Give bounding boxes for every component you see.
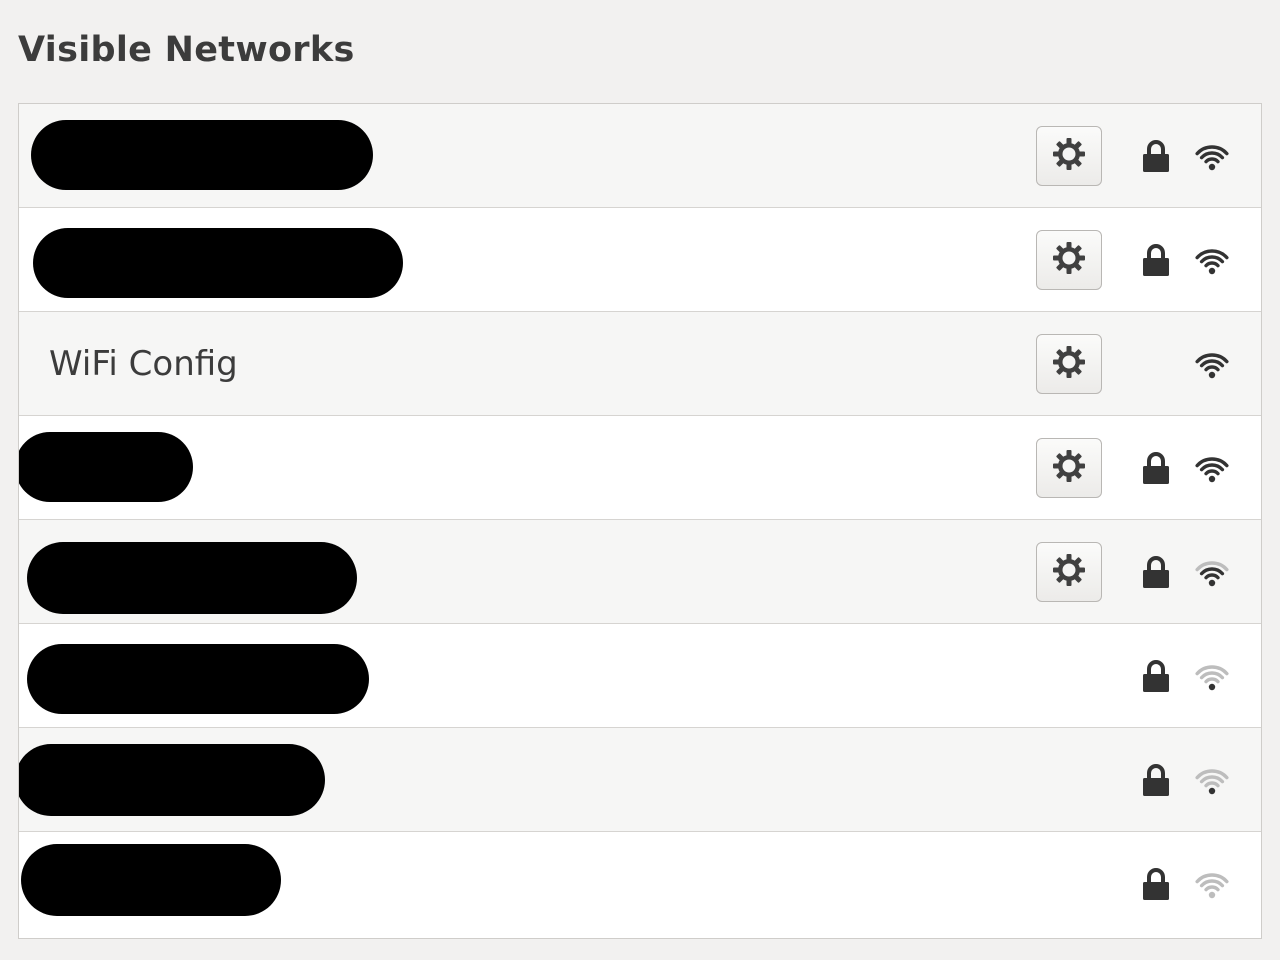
network-settings-button[interactable] xyxy=(1036,125,1102,186)
network-row[interactable] xyxy=(19,832,1261,936)
redacted-ssid xyxy=(27,542,357,614)
network-row[interactable] xyxy=(19,104,1261,208)
lock-icon xyxy=(1141,243,1171,277)
network-settings-button[interactable] xyxy=(1036,541,1102,602)
wifi-signal-icon xyxy=(1195,556,1229,588)
redacted-ssid xyxy=(27,644,369,714)
lock-icon xyxy=(1141,139,1171,173)
gear-icon xyxy=(1051,240,1087,280)
network-list: WiFi Config xyxy=(18,103,1262,939)
gear-icon xyxy=(1051,344,1087,384)
gear-icon xyxy=(1051,448,1087,488)
lock-icon xyxy=(1141,555,1171,589)
network-row[interactable] xyxy=(19,624,1261,728)
lock-icon xyxy=(1141,451,1171,485)
redacted-ssid xyxy=(19,432,193,502)
network-ssid: WiFi Config xyxy=(49,343,238,384)
redacted-ssid xyxy=(19,744,325,816)
network-settings-button[interactable] xyxy=(1036,229,1102,290)
wifi-signal-icon xyxy=(1195,140,1229,172)
lock-icon xyxy=(1141,763,1171,797)
redacted-ssid xyxy=(33,228,403,298)
lock-icon xyxy=(1141,659,1171,693)
redacted-ssid xyxy=(21,844,281,916)
network-row[interactable]: WiFi Config xyxy=(19,312,1261,416)
network-settings-page: Visible Networks WiFi Config xyxy=(0,0,1280,960)
network-settings-button[interactable] xyxy=(1036,333,1102,394)
network-row[interactable] xyxy=(19,728,1261,832)
wifi-signal-icon xyxy=(1195,452,1229,484)
gear-icon xyxy=(1051,552,1087,592)
network-row[interactable] xyxy=(19,208,1261,312)
wifi-signal-icon xyxy=(1195,764,1229,796)
network-row[interactable] xyxy=(19,416,1261,520)
wifi-signal-icon xyxy=(1195,244,1229,276)
lock-icon xyxy=(1141,867,1171,901)
wifi-signal-icon xyxy=(1195,660,1229,692)
wifi-signal-icon xyxy=(1195,348,1229,380)
network-row[interactable] xyxy=(19,520,1261,624)
redacted-ssid xyxy=(31,120,373,190)
section-title: Visible Networks xyxy=(18,30,355,70)
gear-icon xyxy=(1051,136,1087,176)
network-settings-button[interactable] xyxy=(1036,437,1102,498)
wifi-signal-icon xyxy=(1195,868,1229,900)
